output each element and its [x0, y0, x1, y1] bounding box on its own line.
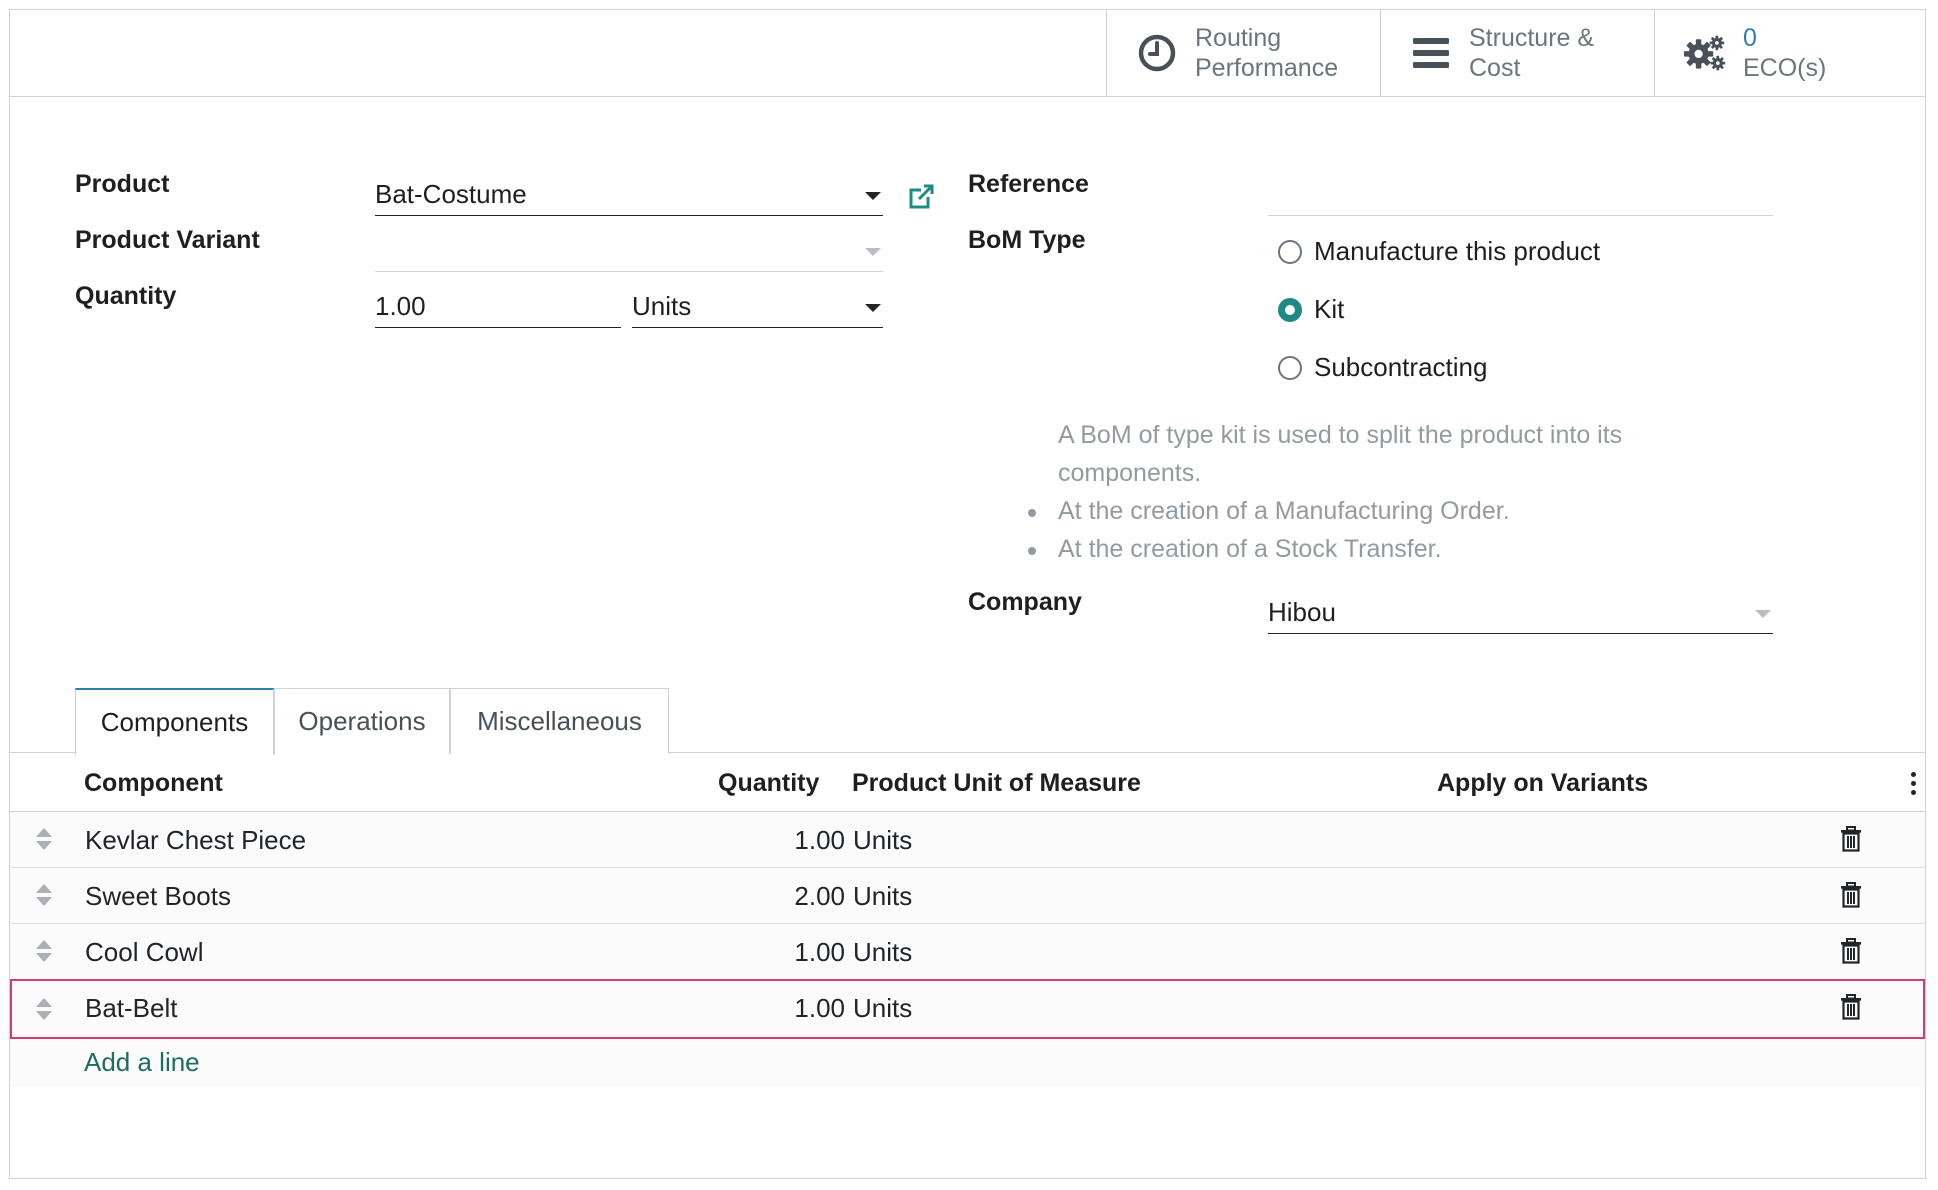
quantity-value: 1.00 [375, 291, 426, 321]
bom-type-option-label: Kit [1314, 294, 1345, 324]
row-uom: Units [853, 937, 913, 967]
routing-performance-button[interactable]: Routing Performance [1106, 10, 1380, 96]
help-bullet-1: At the creation of a Manufacturing Order… [1028, 492, 1678, 530]
reference-input[interactable] [1268, 176, 1773, 216]
row-quantity: 1.00 [794, 937, 845, 967]
row-component: Kevlar Chest Piece [85, 825, 307, 855]
header-uom[interactable]: Product Unit of Measure [852, 769, 1141, 798]
product-variant-label: Product Variant [75, 226, 260, 254]
gears-icon [1683, 31, 1727, 75]
structure-cost-button[interactable]: Structure & Cost [1380, 10, 1654, 96]
routing-label-line2: Performance [1195, 54, 1339, 82]
tab-operations[interactable]: Operations [274, 688, 450, 754]
bom-form-sheet: Routing Performance Structure & Cost 0 E… [9, 9, 1926, 1179]
eco-button[interactable]: 0 ECO(s) [1654, 10, 1927, 96]
row-uom: Units [853, 993, 913, 1023]
reference-label: Reference [968, 170, 1089, 198]
drag-handle-icon[interactable] [36, 998, 52, 1022]
product-dropdown-caret[interactable] [865, 192, 881, 200]
bom-type-label: BoM Type [968, 226, 1086, 254]
table-row[interactable]: Sweet Boots 2.00 Units [10, 868, 1925, 924]
trash-icon[interactable] [1840, 994, 1866, 1022]
table-row[interactable]: Cool Cowl 1.00 Units [10, 924, 1925, 980]
quantity-uom-field[interactable]: Units [632, 288, 883, 328]
row-quantity: 2.00 [794, 881, 845, 911]
uom-dropdown-caret[interactable] [865, 304, 881, 312]
radio-kit-checked[interactable] [1278, 297, 1302, 322]
bom-type-option-label: Manufacture this product [1314, 236, 1601, 266]
tab-miscellaneous[interactable]: Miscellaneous [450, 688, 669, 754]
routing-label-line1: Routing [1195, 24, 1282, 52]
header-component[interactable]: Component [84, 769, 223, 798]
product-value: Bat-Costume [375, 179, 527, 209]
smart-button-bar: Routing Performance Structure & Cost 0 E… [10, 10, 1925, 97]
product-field[interactable]: Bat-Costume [375, 176, 883, 216]
external-link-icon[interactable] [906, 182, 938, 214]
company-dropdown-caret[interactable] [1755, 610, 1771, 618]
radio-subcontracting[interactable] [1278, 355, 1302, 380]
structure-label-line2: Cost [1469, 54, 1521, 82]
quantity-uom-value: Units [632, 291, 692, 321]
quantity-label: Quantity [75, 282, 177, 310]
structure-label-line1: Structure & [1469, 24, 1595, 52]
components-table-header: Component Quantity Product Unit of Measu… [10, 755, 1925, 812]
bom-type-option-manufacture[interactable]: Manufacture this product [1278, 236, 1600, 267]
add-line-row: Add a line [10, 1039, 1925, 1087]
quantity-input[interactable]: 1.00 [375, 288, 621, 328]
product-variant-dropdown-caret[interactable] [865, 248, 881, 256]
help-line-1: A BoM of type kit is used to split the p… [1058, 421, 1623, 449]
eco-label: ECO(s) [1743, 54, 1827, 82]
radio-manufacture[interactable] [1278, 239, 1302, 264]
row-component: Sweet Boots [85, 881, 231, 911]
product-variant-field[interactable] [375, 232, 883, 272]
tab-components[interactable]: Components [75, 688, 274, 755]
drag-handle-icon[interactable] [36, 828, 52, 852]
row-component: Bat-Belt [85, 993, 178, 1023]
table-row[interactable]: Kevlar Chest Piece 1.00 Units [10, 812, 1925, 868]
table-row-selected[interactable]: Bat-Belt 1.00 Units [10, 979, 1925, 1039]
help-bullet-2: At the creation of a Stock Transfer. [1028, 530, 1678, 568]
trash-icon[interactable] [1840, 826, 1866, 854]
bom-type-option-kit[interactable]: Kit [1278, 294, 1344, 325]
eco-count: 0 [1743, 24, 1757, 52]
row-quantity: 1.00 [794, 825, 845, 855]
column-options-kebab-icon[interactable] [1911, 772, 1917, 796]
row-component: Cool Cowl [85, 937, 204, 967]
company-value: Hibou [1268, 597, 1336, 627]
bom-type-option-label: Subcontracting [1314, 352, 1488, 382]
trash-icon[interactable] [1840, 882, 1866, 910]
bom-type-option-subcontracting[interactable]: Subcontracting [1278, 352, 1487, 383]
company-field[interactable]: Hibou [1268, 594, 1773, 634]
drag-handle-icon[interactable] [36, 884, 52, 908]
header-quantity[interactable]: Quantity [718, 769, 819, 798]
product-label: Product [75, 170, 170, 198]
company-label: Company [968, 588, 1082, 616]
bom-type-help-text: A BoM of type kit is used to split the p… [1028, 416, 1678, 568]
help-line-2: components. [1058, 459, 1202, 487]
row-uom: Units [853, 825, 913, 855]
trash-icon[interactable] [1840, 938, 1866, 966]
row-uom: Units [853, 881, 913, 911]
header-apply-on-variants[interactable]: Apply on Variants [1437, 769, 1648, 798]
row-quantity: 1.00 [794, 993, 845, 1023]
bars-icon [1409, 31, 1453, 75]
clock-icon [1135, 31, 1179, 75]
notebook-tabs: Components Operations Miscellaneous [10, 678, 1925, 755]
add-a-line-link[interactable]: Add a line [84, 1047, 200, 1078]
drag-handle-icon[interactable] [36, 940, 52, 964]
